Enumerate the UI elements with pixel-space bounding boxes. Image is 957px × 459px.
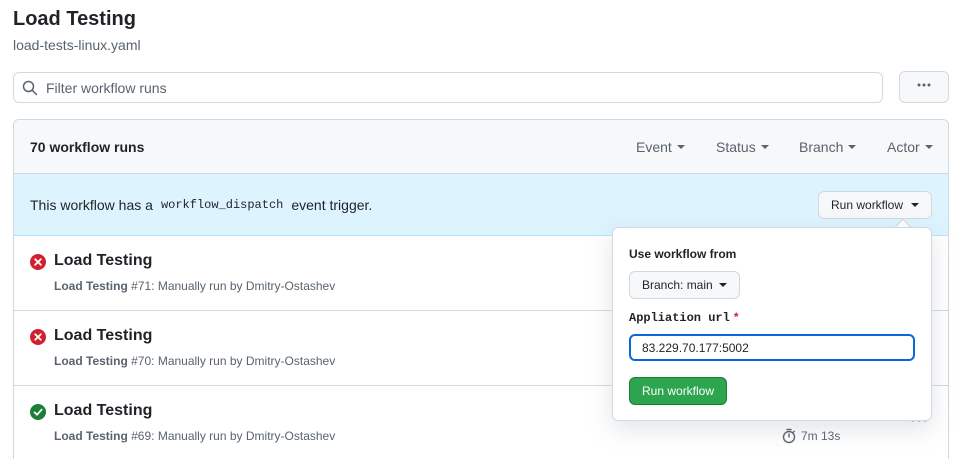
stopwatch-icon	[782, 428, 796, 444]
filter-input[interactable]	[46, 79, 866, 96]
run-workflow-name: Load Testing	[54, 429, 128, 443]
actor-filter-label: Actor	[887, 139, 920, 155]
run-workflow-name: Load Testing	[54, 354, 128, 368]
branch-filter-label: Branch	[799, 139, 844, 155]
branch-select-label: Branch: main	[642, 278, 713, 292]
run-description: : Manually run by Dmitry-Ostashev	[151, 279, 336, 293]
status-filter-menu[interactable]: Status	[716, 120, 769, 174]
chevron-down-icon	[676, 145, 685, 149]
run-description: : Manually run by Dmitry-Ostashev	[151, 354, 336, 368]
run-number: #70	[131, 354, 152, 368]
more-options-button[interactable]	[899, 71, 949, 103]
filter-workflow-runs[interactable]	[13, 72, 883, 103]
required-marker: *	[733, 310, 739, 324]
run-duration-text: 7m 13s	[801, 429, 841, 443]
workflow-file-name[interactable]: load-tests-linux.yaml	[13, 37, 141, 53]
dispatch-text-after: event trigger.	[291, 196, 373, 213]
application-url-label-text: Appliation url	[629, 311, 730, 325]
run-workflow-submit-button[interactable]: Run workflow	[629, 377, 728, 405]
run-workflow-popover: Use workflow from Branch: main Appliatio…	[612, 227, 932, 421]
run-number: #69	[131, 429, 152, 443]
x-circle-icon	[30, 254, 46, 270]
run-workflow-toggle-button[interactable]: Run workflow	[818, 191, 933, 219]
chevron-down-icon	[848, 145, 857, 149]
dispatch-code: workflow_dispatch	[160, 197, 284, 212]
popover-heading: Use workflow from	[629, 247, 737, 261]
run-meta: Load Testing #70: Manually run by Dmitry…	[54, 354, 335, 368]
chevron-down-icon	[760, 145, 769, 149]
actor-filter-menu[interactable]: Actor	[887, 120, 933, 174]
search-icon	[22, 80, 38, 96]
run-meta: Load Testing #71: Manually run by Dmitry…	[54, 279, 335, 293]
run-meta: Load Testing #69: Manually run by Dmitry…	[54, 429, 335, 443]
kebab-horizontal-icon	[916, 77, 932, 98]
run-description: : Manually run by Dmitry-Ostashev	[151, 429, 336, 443]
run-title-link[interactable]: Load Testing	[54, 327, 152, 345]
status-filter-label: Status	[716, 139, 756, 155]
chevron-down-icon	[911, 203, 920, 207]
dispatch-text-before: This workflow has a	[30, 196, 153, 213]
run-number: #71	[131, 279, 152, 293]
run-title-link[interactable]: Load Testing	[54, 252, 152, 270]
event-filter-menu[interactable]: Event	[636, 120, 685, 174]
chevron-down-icon	[924, 145, 933, 149]
branch-filter-menu[interactable]: Branch	[799, 120, 857, 174]
event-filter-label: Event	[636, 139, 672, 155]
branch-select-button[interactable]: Branch: main	[629, 271, 740, 299]
runs-count: 70 workflow runs	[30, 138, 145, 155]
run-title-link[interactable]: Load Testing	[54, 402, 152, 420]
runs-header: 70 workflow runs Event Status Branch Act…	[14, 120, 948, 174]
run-workflow-toggle-label: Run workflow	[831, 198, 904, 212]
run-duration: 7m 13s	[782, 428, 840, 444]
x-circle-icon	[30, 329, 46, 345]
check-circle-icon	[30, 404, 46, 420]
chevron-down-icon	[718, 283, 727, 287]
run-workflow-name: Load Testing	[54, 279, 128, 293]
page-title: Load Testing	[13, 8, 136, 30]
application-url-input[interactable]	[629, 334, 915, 361]
application-url-label: Appliation url *	[629, 310, 739, 325]
